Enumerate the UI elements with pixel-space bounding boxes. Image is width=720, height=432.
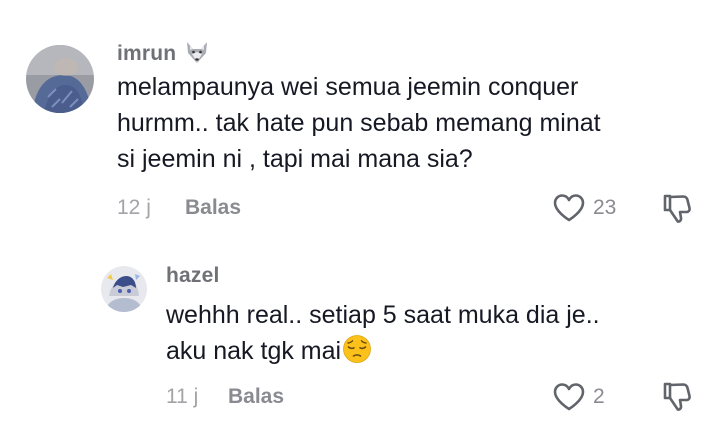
heart-outline-icon [553, 194, 585, 222]
like-button[interactable]: 23 [552, 193, 616, 223]
avatar-imrun[interactable] [26, 45, 94, 113]
comment-text-line: aku nak tgk mai [166, 337, 342, 365]
dislike-button[interactable] [661, 381, 693, 418]
thumbs-down-outline-icon [663, 194, 691, 223]
comment-text-line: si jeemin ni , tapi mai mana sia? [117, 145, 473, 173]
avatar-photo [26, 45, 94, 113]
comment-text: wehhh real.. setiap 5 saat muka dia je..… [166, 297, 600, 374]
reply-button[interactable]: Balas [185, 196, 241, 220]
thumbs-down-outline-icon [663, 382, 691, 411]
avatar-photo [101, 266, 147, 312]
comment-timestamp: 12 j [117, 196, 151, 219]
comment-text-line: wehhh real.. setiap 5 saat muka dia je.. [166, 301, 600, 329]
username-text: hazel [166, 264, 220, 287]
dislike-button[interactable] [661, 193, 693, 230]
comment-text-line: hurmm.. tak hate pun sebab memang minat [117, 109, 601, 137]
comment-text-line: melampaunya wei semua jeemin conquer [117, 73, 579, 101]
comment-timestamp: 11 j [166, 385, 199, 408]
avatar-hazel[interactable] [101, 266, 147, 312]
comment-text: melampaunya wei semua jeemin conquer hur… [117, 69, 601, 177]
pensive-face-icon [342, 334, 372, 374]
comment-text-line-with-emoji: aku nak tgk mai [166, 333, 600, 374]
wolf-face-icon [184, 40, 210, 70]
username[interactable]: imrun [117, 40, 210, 70]
like-count: 2 [593, 385, 605, 408]
like-count: 23 [593, 196, 617, 219]
like-button[interactable]: 2 [552, 382, 605, 412]
heart-outline-icon [553, 383, 585, 411]
username-text: imrun [117, 42, 177, 65]
reply-button[interactable]: Balas [228, 385, 284, 409]
username[interactable]: hazel [166, 264, 220, 288]
